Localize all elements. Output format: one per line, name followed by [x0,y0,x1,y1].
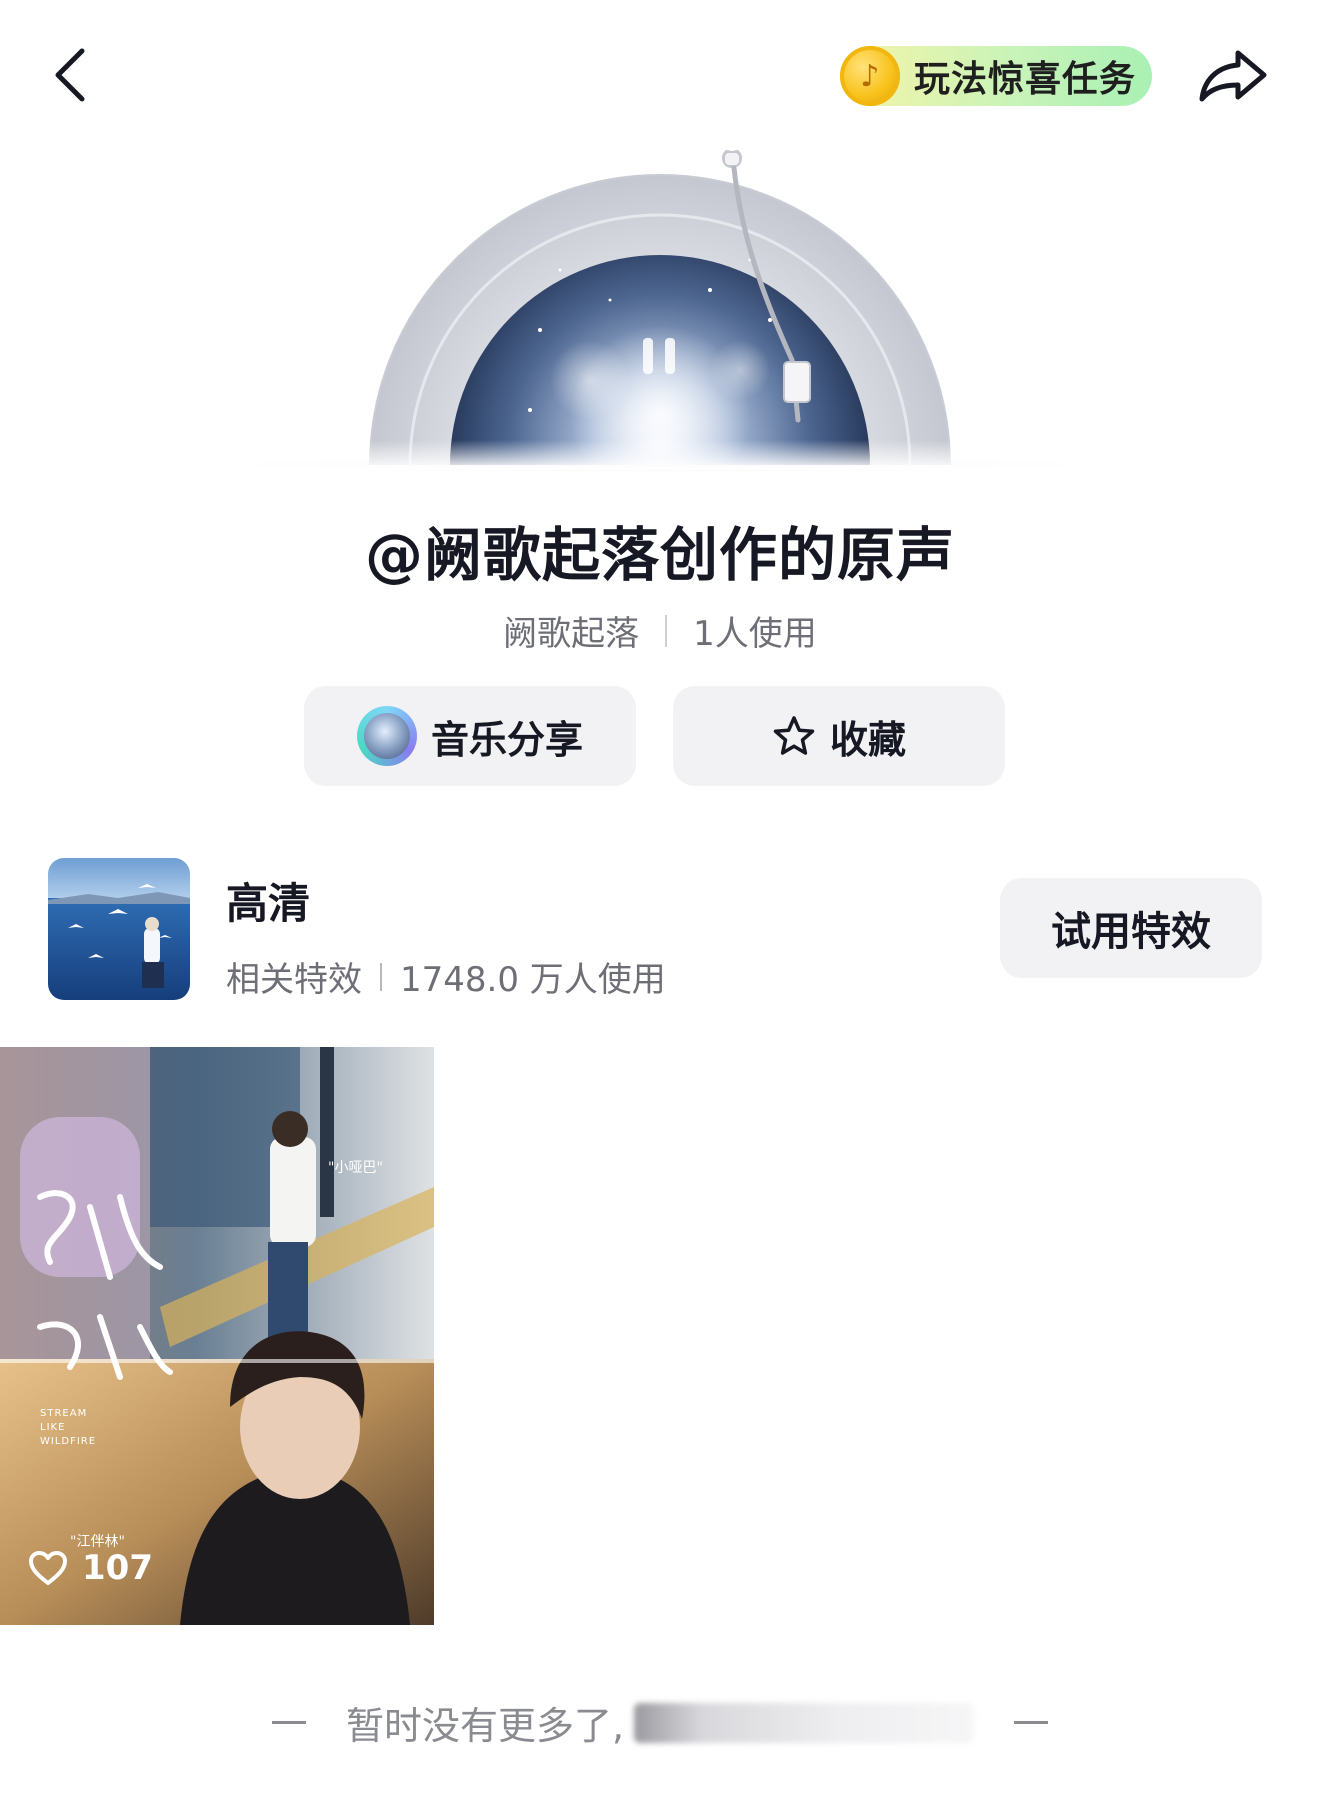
share-button[interactable] [1188,40,1278,110]
back-button[interactable] [40,40,100,110]
star-icon [773,716,815,755]
effect-meta: 相关特效 1748.0 万人使用 [226,952,666,1001]
favorite-button[interactable]: 收藏 [673,686,1005,786]
sound-author[interactable]: 阙歌起落 [503,606,639,655]
music-share-label: 音乐分享 [430,717,583,762]
surprise-task-button[interactable]: ♪ 玩法惊喜任务 [840,46,1152,106]
effect-name: 高清 [226,879,311,928]
footer-dash-left [271,1721,306,1724]
video-likes: 107 [28,1548,153,1588]
effect-label: 相关特效 [226,960,362,1000]
video-tile[interactable]: "小哑巴" "江伴林" STREAM LIKE WILDFIRE [0,1047,434,1625]
meta-divider [665,614,668,647]
music-share-button[interactable]: 音乐分享 [304,686,636,786]
sound-meta: 阙歌起落 1人使用 [0,606,1320,655]
record-player[interactable] [360,150,960,465]
heart-icon [29,1551,67,1585]
try-effect-button[interactable]: 试用特效 [1000,878,1262,978]
likes-count: 107 [82,1548,153,1588]
no-more-footer: 暂时没有更多了, [0,1695,1320,1750]
chevron-left-icon [55,48,85,102]
poster-subtitle: STREAM LIKE WILDFIRE [40,1408,97,1447]
footer-redacted [634,1702,975,1743]
sound-usage: 1人使用 [693,614,817,654]
effect-thumbnail[interactable] [48,858,190,1000]
footer-text: 暂时没有更多了, [345,1704,625,1748]
effect-meta-divider [380,962,382,991]
music-coin-icon: ♪ [840,46,900,106]
favorite-label: 收藏 [829,717,906,762]
poster-caption-top: "小哑巴" [328,1160,383,1176]
footer-dash-right [1014,1721,1049,1724]
music-disc-icon [356,706,417,766]
sound-title: @阙歌起落创作的原声 [364,521,955,589]
task-label: 玩法惊喜任务 [914,59,1137,100]
effect-usage: 1748.0 万人使用 [400,960,666,1000]
record-fade [0,440,1320,470]
share-arrow-icon [1199,50,1267,102]
